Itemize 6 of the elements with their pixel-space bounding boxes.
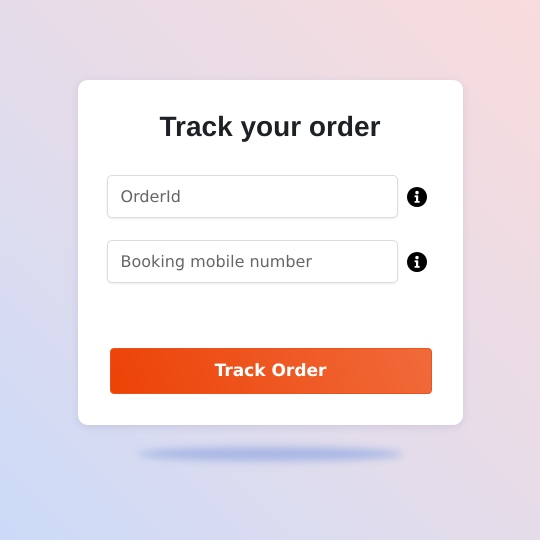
input-field[interactable]: Booking mobile number <box>106 240 398 283</box>
form-title: Track your order <box>160 110 380 144</box>
info-icon[interactable] <box>406 186 426 206</box>
track-order-button[interactable]: Track Order <box>110 348 432 394</box>
input-field[interactable]: OrderId <box>106 175 398 218</box>
info-icon[interactable] <box>406 252 426 272</box>
